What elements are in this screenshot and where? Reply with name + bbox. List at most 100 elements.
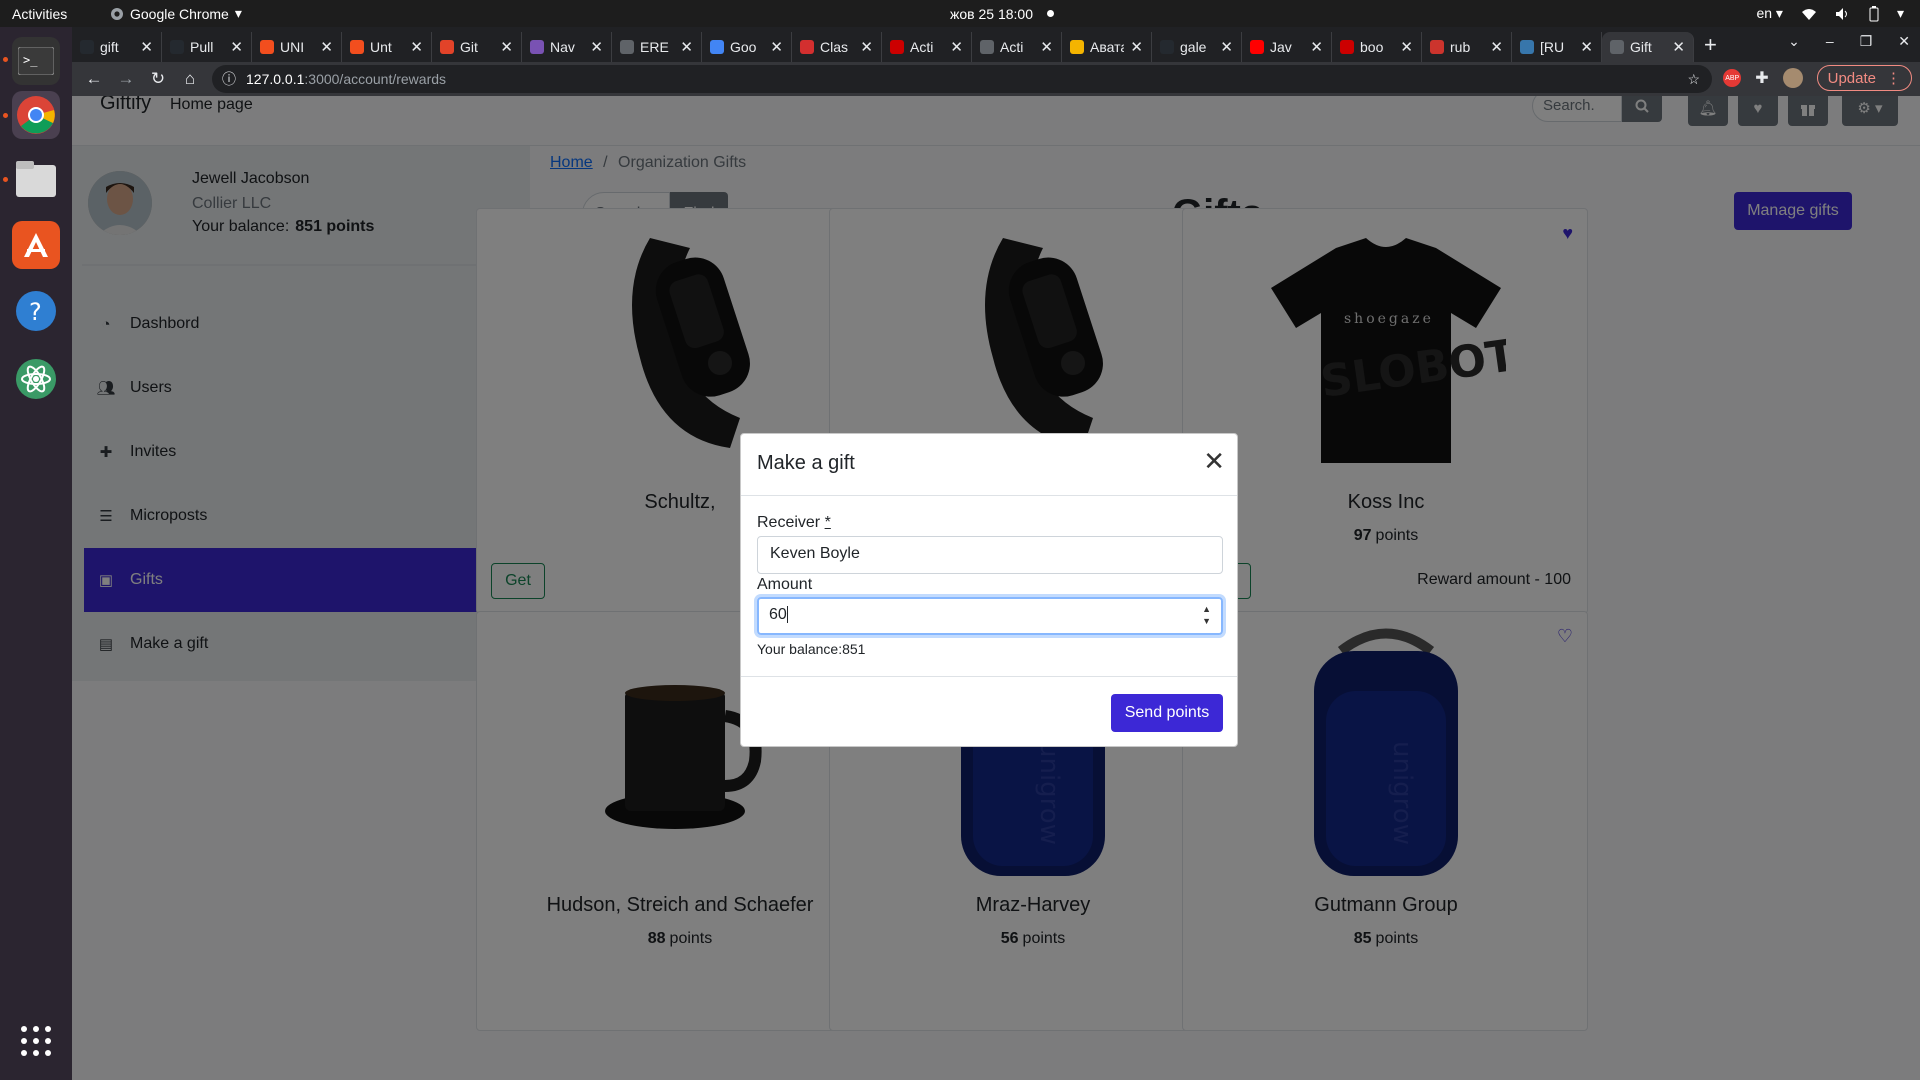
tab-close-icon[interactable]: ✕ bbox=[590, 38, 603, 56]
update-button[interactable]: Update ⋮ bbox=[1816, 65, 1912, 91]
tab-favicon-icon bbox=[710, 40, 724, 54]
new-tab-button[interactable]: + bbox=[1704, 32, 1717, 58]
browser-tab[interactable]: Clas ✕ bbox=[792, 32, 882, 62]
browser-tab[interactable]: UNI ✕ bbox=[252, 32, 342, 62]
tab-close-icon[interactable]: ✕ bbox=[1580, 38, 1593, 56]
browser-tab[interactable]: Gift ✕ bbox=[1602, 32, 1694, 62]
tab-close-icon[interactable]: ✕ bbox=[1490, 38, 1503, 56]
help-icon[interactable]: ? bbox=[12, 287, 60, 335]
browser-tab[interactable]: Аватар ✕ bbox=[1062, 32, 1152, 62]
terminal-icon[interactable]: >_ bbox=[12, 37, 60, 85]
home-button[interactable]: ⌂ bbox=[174, 69, 206, 89]
send-points-button[interactable]: Send points bbox=[1111, 694, 1223, 732]
clock[interactable]: жов 25 18:00 bbox=[950, 6, 1054, 22]
extensions-puzzle-icon[interactable]: ✚ bbox=[1755, 68, 1768, 88]
tab-close-icon[interactable]: ✕ bbox=[770, 38, 783, 56]
svg-text:>_: >_ bbox=[23, 53, 38, 67]
chrome-icon[interactable] bbox=[12, 91, 60, 139]
tab-close-icon[interactable]: ✕ bbox=[410, 38, 423, 56]
minimize-button[interactable]: – bbox=[1826, 33, 1834, 50]
tab-close-icon[interactable]: ✕ bbox=[1040, 38, 1053, 56]
browser-tab[interactable]: Acti ✕ bbox=[972, 32, 1062, 62]
text-cursor bbox=[786, 606, 788, 624]
tab-favicon-icon bbox=[1070, 40, 1084, 54]
browser-tab[interactable]: Pull ✕ bbox=[162, 32, 252, 62]
browser-tab[interactable]: boo ✕ bbox=[1332, 32, 1422, 62]
browser-tab[interactable]: [RU ✕ bbox=[1512, 32, 1602, 62]
receiver-field[interactable]: Keven Boyle bbox=[757, 536, 1223, 574]
tab-close-icon[interactable]: ✕ bbox=[860, 38, 873, 56]
address-bar[interactable]: ⓘ 127.0.0.1:3000/account/rewards ☆ bbox=[212, 65, 1712, 93]
amount-field[interactable]: 60 ▲ ▼ bbox=[757, 597, 1223, 635]
back-button[interactable]: ← bbox=[78, 69, 110, 89]
tab-close-icon[interactable]: ✕ bbox=[1130, 38, 1143, 56]
url-path: :3000/account/rewards bbox=[304, 71, 447, 87]
tab-close-icon[interactable]: ✕ bbox=[230, 38, 243, 56]
tab-title: Acti bbox=[910, 39, 934, 55]
browser-tab[interactable]: ERE ✕ bbox=[612, 32, 702, 62]
activities-button[interactable]: Activities bbox=[12, 6, 67, 22]
browser-tab[interactable]: Nav ✕ bbox=[522, 32, 612, 62]
divider bbox=[741, 495, 1237, 496]
app-menu[interactable]: Google Chrome ▾ bbox=[110, 5, 242, 22]
browser-tab[interactable]: gift ✕ bbox=[72, 32, 162, 62]
ubuntu-dock: >_ ? bbox=[0, 27, 72, 1080]
profile-avatar-icon[interactable] bbox=[1782, 68, 1803, 88]
tab-title: Unt bbox=[370, 39, 392, 55]
tab-favicon-icon bbox=[1430, 40, 1444, 54]
atom-icon[interactable] bbox=[12, 355, 60, 403]
tab-title: Clas bbox=[820, 39, 849, 55]
caret-down-icon: ▾ bbox=[234, 5, 242, 21]
tab-close-icon[interactable]: ✕ bbox=[950, 38, 963, 56]
clock-text: жов 25 18:00 bbox=[950, 5, 1033, 22]
tab-close-icon[interactable]: ✕ bbox=[1400, 38, 1413, 56]
browser-tab[interactable]: Git ✕ bbox=[432, 32, 522, 62]
amount-spinner[interactable]: ▲ ▼ bbox=[1202, 603, 1211, 627]
tab-close-icon[interactable]: ✕ bbox=[140, 38, 153, 56]
chrome-toolbar: ← → ↻ ⌂ ⓘ 127.0.0.1:3000/account/rewards… bbox=[72, 62, 1920, 96]
more-menu-icon: ⋮ bbox=[1886, 70, 1901, 87]
tab-search-icon[interactable]: ⌄ bbox=[1788, 33, 1800, 50]
tab-close-icon[interactable]: ✕ bbox=[500, 38, 513, 56]
browser-tab[interactable]: Acti ✕ bbox=[882, 32, 972, 62]
browser-tab[interactable]: Jav ✕ bbox=[1242, 32, 1332, 62]
tab-list: gift ✕ Pull ✕ UNI ✕ Unt ✕ Git ✕ Nav ✕ ERE ✕ Goo ✕ Clas ✕ A… bbox=[72, 32, 1694, 62]
tab-close-icon[interactable]: ✕ bbox=[1672, 38, 1685, 56]
forward-button[interactable]: → bbox=[110, 69, 142, 89]
files-icon[interactable] bbox=[12, 155, 60, 203]
chrome-tab-strip: gift ✕ Pull ✕ UNI ✕ Unt ✕ Git ✕ Nav ✕ ERE ✕ Goo ✕ Clas ✕ A… bbox=[72, 27, 1920, 62]
tab-title: rub bbox=[1450, 39, 1471, 55]
bookmark-star-icon[interactable]: ☆ bbox=[1687, 71, 1700, 88]
tab-title: [RU bbox=[1540, 39, 1565, 55]
browser-tab[interactable]: Goo ✕ bbox=[702, 32, 792, 62]
browser-tab[interactable]: gale ✕ bbox=[1152, 32, 1242, 62]
tab-favicon-icon bbox=[1610, 40, 1624, 54]
tab-title: ERE bbox=[640, 39, 669, 55]
software-center-icon[interactable] bbox=[12, 221, 60, 269]
svg-text:?: ? bbox=[29, 298, 42, 326]
update-label: Update bbox=[1827, 69, 1876, 87]
power-menu-icon[interactable]: ▾ bbox=[1897, 5, 1904, 22]
browser-tab[interactable]: rub ✕ bbox=[1422, 32, 1512, 62]
tab-close-icon[interactable]: ✕ bbox=[1220, 38, 1233, 56]
close-window-button[interactable]: ✕ bbox=[1898, 33, 1910, 50]
tab-close-icon[interactable]: ✕ bbox=[1310, 38, 1323, 56]
reload-button[interactable]: ↻ bbox=[142, 69, 174, 89]
browser-tab[interactable]: Unt ✕ bbox=[342, 32, 432, 62]
site-info-icon[interactable]: ⓘ bbox=[222, 69, 236, 89]
system-tray[interactable]: en ▾ ▾ bbox=[1756, 5, 1904, 22]
restore-button[interactable]: ❐ bbox=[1860, 33, 1873, 50]
tab-close-icon[interactable]: ✕ bbox=[680, 38, 693, 56]
show-applications-icon[interactable] bbox=[12, 1017, 60, 1065]
tab-favicon-icon bbox=[170, 40, 184, 54]
tab-close-icon[interactable]: ✕ bbox=[320, 38, 333, 56]
close-icon[interactable]: ✕ bbox=[1203, 448, 1225, 474]
tab-favicon-icon bbox=[1340, 40, 1354, 54]
tab-favicon-icon bbox=[1160, 40, 1174, 54]
tab-title: UNI bbox=[280, 39, 305, 55]
running-indicator bbox=[3, 113, 8, 118]
language-indicator[interactable]: en ▾ bbox=[1756, 5, 1783, 22]
tab-title: gift bbox=[100, 39, 119, 55]
adblock-icon[interactable]: ABP bbox=[1723, 69, 1742, 87]
volume-icon bbox=[1835, 7, 1847, 20]
